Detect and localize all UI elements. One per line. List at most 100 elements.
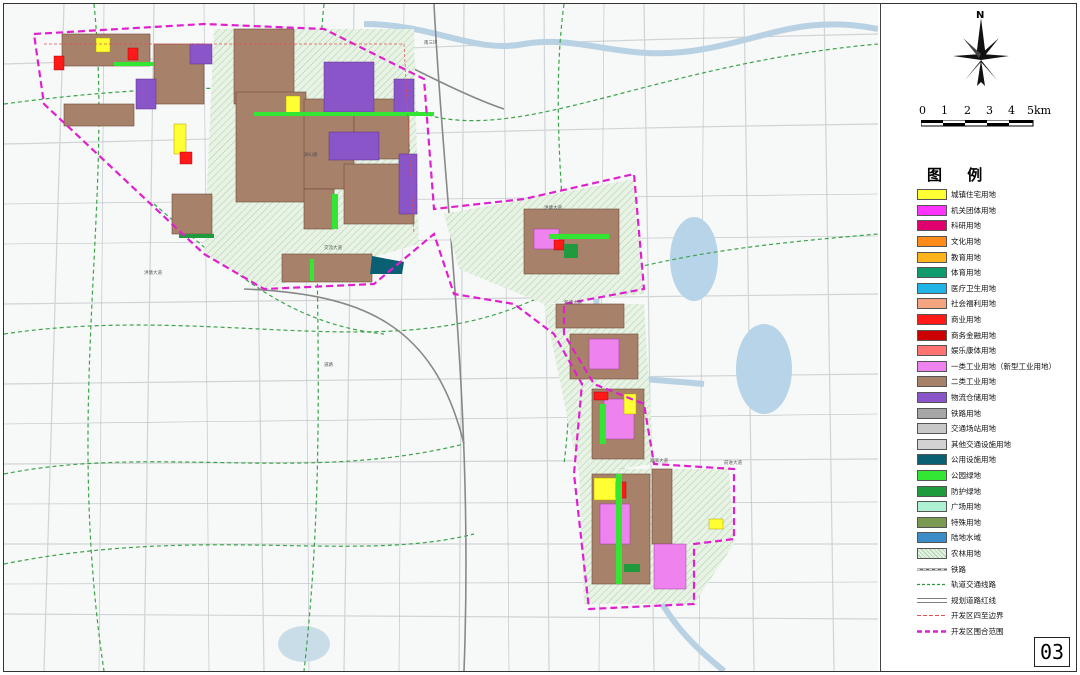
map-label: 前进大道 [724,459,742,466]
legend-label: 其他交通设施用地 [951,439,1011,449]
legend-label: 商务金融用地 [951,330,996,340]
legend-item: 轨道交通线路 [917,577,1056,593]
legend-item: 商业用地 [917,312,1056,328]
legend-item: 城镇住宅用地 [917,187,1056,203]
legend-swatch [917,282,947,294]
map-label: 洪塘大道 [144,269,162,276]
legend-item: 铁路用地 [917,405,1056,421]
legend-swatch [917,564,947,575]
legend-swatch [917,501,947,513]
legend-list: 城镇住宅用地 机关团体用地 科研用地文化用地教育用地体育用地医疗卫生用地 社会福利用地… [917,187,1056,639]
legend-label: 公用设施用地 [951,455,996,465]
legend-item: 体育用地 [917,265,1056,281]
map-label: 洪塘大道 [544,204,562,211]
legend-label: 一类工业用地（新型工业用地） [951,361,1056,371]
legend-label: 商业用地 [951,315,981,325]
legend-label: 陆地水域 [951,533,981,543]
map-label: 湖滨大道 [650,457,668,464]
legend-item: 医疗卫生用地 [917,281,1056,297]
legend-label: 科研用地 [951,221,981,231]
legend-label: 特殊用地 [951,517,981,527]
scale-tick: 2 [964,104,971,117]
legend-swatch [917,298,947,310]
legend-item: 广场用地 [917,499,1056,515]
legend-item: 文化用地 [917,234,1056,250]
legend-swatch [917,376,947,388]
legend-label: 体育用地 [951,268,981,278]
legend-label: 社会福利用地 [951,299,996,309]
map-label: 湖山路 [304,151,318,158]
lake-south [736,324,792,414]
legend-label: 铁路用地 [951,408,981,418]
legend-swatch [917,454,947,466]
legend-label: 开发区围合范围 [951,626,1004,636]
legend-swatch [917,251,947,263]
legend-swatch [917,407,947,419]
scale-tick: 0 [919,104,926,117]
page-number: 03 [1034,637,1070,667]
legend-swatch [917,610,947,621]
scale-tick: 4 [1008,104,1015,117]
legend-item: 公园绿地 [917,468,1056,484]
legend-swatch [917,595,947,606]
land-use-map[interactable]: 湖山路 南三环 洪塘大道 新城大道 交流大道 湖滨大道 道路 前进大道 洪塘大道 [4,4,878,671]
legend-swatch [917,547,947,559]
legend-item: 陆地水域 [917,530,1056,546]
legend-item: 教育用地 [917,249,1056,265]
legend-item: 科研用地 [917,218,1056,234]
legend-label: 防护绿地 [951,486,981,496]
legend-item: 防护绿地 [917,483,1056,499]
lake-north [670,217,718,301]
scale-tick: 5km [1027,104,1052,117]
scale-bar-graphic [921,120,1034,127]
legend-item: 娱乐康体用地 [917,343,1056,359]
legend-label: 交通场站用地 [951,424,996,434]
reservoir [370,256,404,274]
scale-tick: 1 [941,104,948,117]
legend-swatch [917,360,947,372]
legend-title: 图 例 [927,166,993,184]
legend-swatch [917,579,947,590]
scale-tick: 3 [986,104,993,117]
legend-panel: N 0 1 2 3 4 5km 图 例 城镇住宅用地 机关团体用地 科研用地文化用地… [880,4,1076,671]
north-label: N [976,10,985,21]
legend-label: 广场用地 [951,502,981,512]
scale-bar: 0 1 2 3 4 5km [919,104,1052,134]
legend-item: 公用设施用地 [917,452,1056,468]
map-label: 交流大道 [324,244,342,251]
legend-label: 城镇住宅用地 [951,190,996,200]
legend-label: 铁路 [951,564,966,574]
legend-label: 医疗卫生用地 [951,283,996,293]
legend-item: 交通场站用地 [917,421,1056,437]
legend-item: 铁路 [917,561,1056,577]
legend-swatch [917,267,947,279]
legend-item: 物流仓储用地 [917,390,1056,406]
legend-item: 商务金融用地 [917,327,1056,343]
legend-item: 农林用地 [917,546,1056,562]
legend-swatch [917,516,947,528]
legend-swatch [917,189,947,201]
legend-swatch [917,469,947,481]
legend-label: 规划道路红线 [951,595,996,605]
lake-southwest [278,626,330,662]
legend-label: 开发区四至边界 [951,611,1004,621]
legend-item: 特殊用地 [917,514,1056,530]
legend-swatch [917,220,947,232]
legend-label: 文化用地 [951,237,981,247]
legend-label: 轨道交通线路 [951,580,996,590]
legend-label: 二类工业用地 [951,377,996,387]
legend-swatch [917,423,947,435]
legend-swatch [917,345,947,357]
legend-swatch [917,236,947,248]
legend-label: 物流仓储用地 [951,393,996,403]
legend-swatch [917,438,947,450]
legend-label: 机关团体用地 [951,205,996,215]
legend-item: 一类工业用地（新型工业用地） [917,359,1056,375]
legend-swatch [917,314,947,326]
legend-item: 机关团体用地 [917,203,1056,219]
legend-swatch [917,485,947,497]
legend-swatch [917,204,947,216]
legend-label: 娱乐康体用地 [951,346,996,356]
legend-item: 社会福利用地 [917,296,1056,312]
legend-item: 二类工业用地 [917,374,1056,390]
